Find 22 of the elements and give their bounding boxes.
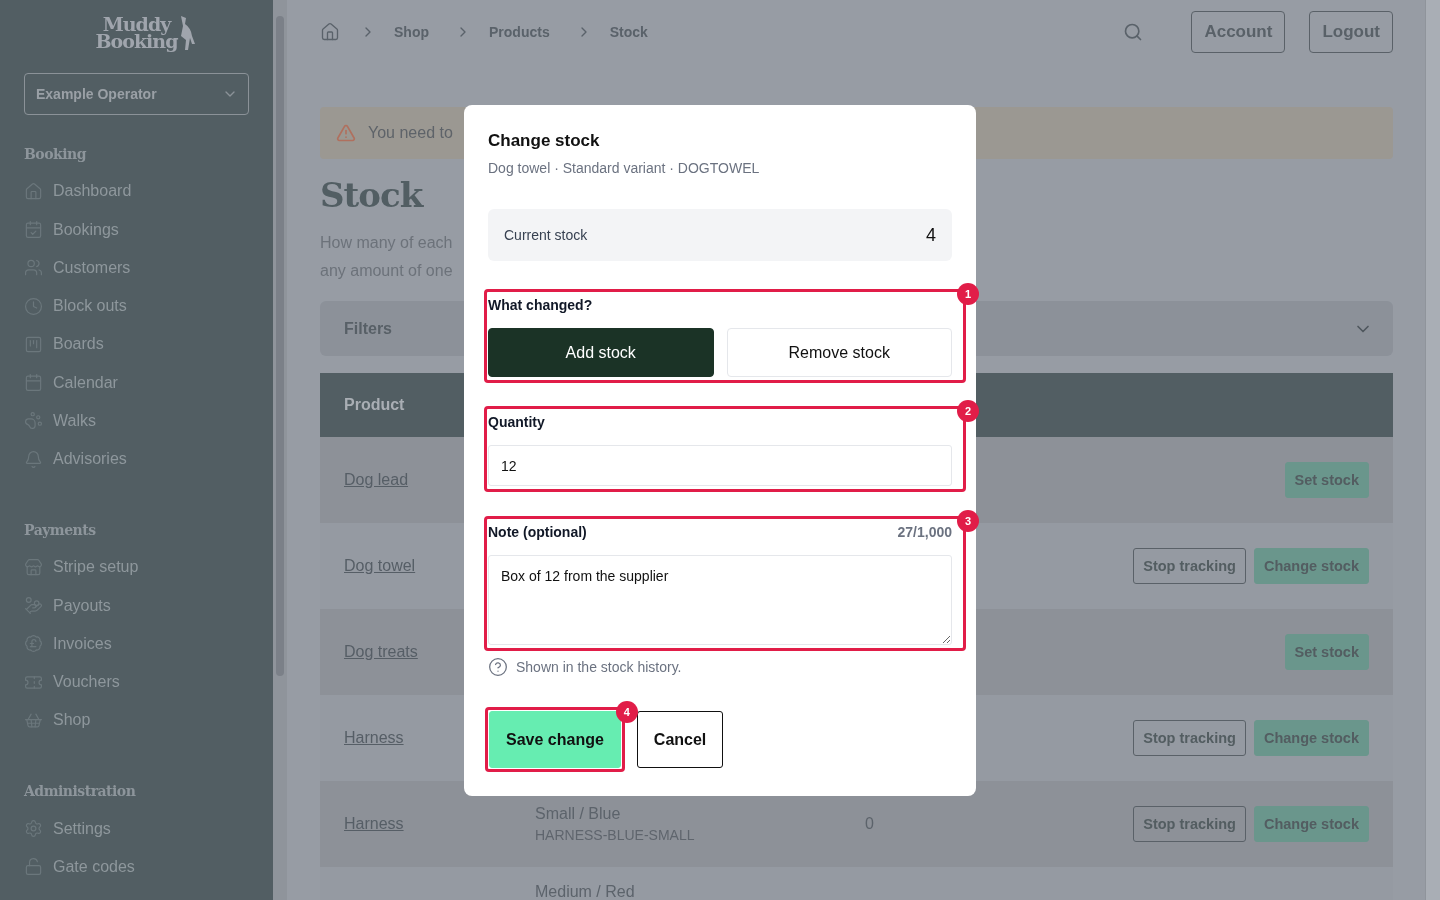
field-label: What changed? [488, 297, 593, 313]
logo-text: Muddy [102, 16, 171, 33]
alert-text: You need to [368, 124, 453, 142]
dialog-subtitle: Dog towel · Standard variant · DOGTOWEL [488, 160, 761, 176]
step-badge: 2 [957, 400, 979, 422]
nav-section-heading: Booking [24, 146, 88, 163]
field-label: Quantity [488, 414, 545, 430]
dialog-title: Change stock [488, 131, 601, 151]
column-header: Product [344, 396, 405, 414]
current-stock-label: Current stock [504, 227, 588, 243]
nav-section-heading: Administration [24, 783, 137, 800]
step-badge: 1 [957, 283, 979, 305]
help-text: Shown in the stock history. [516, 659, 682, 675]
character-counter: 27/1,000 [897, 524, 952, 540]
variant-name: Medium / Red [535, 883, 636, 900]
page-title: Stock [320, 175, 423, 215]
step-badge: 3 [957, 510, 979, 532]
field-label: Note (optional) [488, 524, 587, 540]
nav-section-heading: Payments [24, 522, 97, 539]
logo-text: Booking [95, 33, 178, 50]
step-badge: 4 [615, 701, 638, 723]
current-stock-value: 4 [926, 224, 936, 246]
